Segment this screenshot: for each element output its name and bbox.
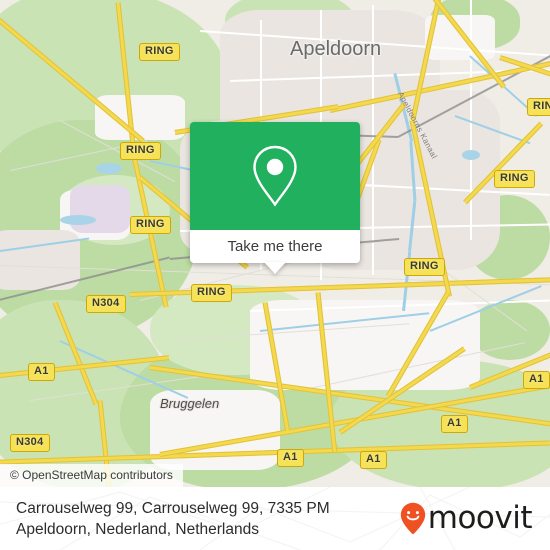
- map-pin-icon: [253, 145, 297, 207]
- address-line-1: Carrouselweg 99, Carrouselweg 99, 7335 P…: [16, 499, 330, 517]
- road-shield-n304[interactable]: N304: [10, 434, 50, 452]
- moovit-brand[interactable]: moovit: [400, 500, 533, 536]
- footer-bar: Carrouselweg 99, Carrouselweg 99, 7335 P…: [0, 487, 550, 550]
- road-shield-n304[interactable]: N304: [86, 295, 126, 313]
- location-callout-card[interactable]: Take me there: [190, 122, 360, 274]
- road-shield-ring[interactable]: RING: [120, 142, 161, 160]
- road-shield-a1[interactable]: A1: [523, 371, 550, 389]
- take-me-there-label: Take me there: [227, 238, 323, 255]
- road-shield-ring[interactable]: RING: [527, 98, 550, 116]
- road-shield-a1[interactable]: A1: [360, 451, 387, 469]
- callout-pointer: [264, 262, 286, 274]
- moovit-pin-icon: [400, 502, 425, 535]
- road-shield-a1[interactable]: A1: [28, 363, 55, 381]
- road-shield-ring[interactable]: RING: [404, 258, 445, 276]
- road-shield-ring[interactable]: RING: [494, 170, 535, 188]
- footer-address: Carrouselweg 99, Carrouselweg 99, 7335 P…: [16, 498, 400, 540]
- map-attribution[interactable]: © OpenStreetMap contributors: [0, 464, 183, 487]
- road-shield-a1[interactable]: A1: [441, 415, 468, 433]
- road-shield-ring[interactable]: RING: [139, 43, 180, 61]
- road-shield-ring[interactable]: RING: [191, 284, 232, 302]
- road-shield-a1[interactable]: A1: [277, 449, 304, 467]
- address-line-2: Apeldoorn, Nederland, Netherlands: [16, 520, 259, 538]
- moovit-wordmark: moovit: [427, 500, 533, 536]
- map-share-card: Apeldoorn Bruggelen Apeldoorns Kanaal RI…: [0, 0, 550, 550]
- callout-card-action[interactable]: Take me there: [190, 230, 360, 274]
- callout-card-hero: [190, 122, 360, 230]
- map-canvas[interactable]: Apeldoorn Bruggelen Apeldoorns Kanaal RI…: [0, 0, 550, 487]
- road-shield-ring[interactable]: RING: [130, 216, 171, 234]
